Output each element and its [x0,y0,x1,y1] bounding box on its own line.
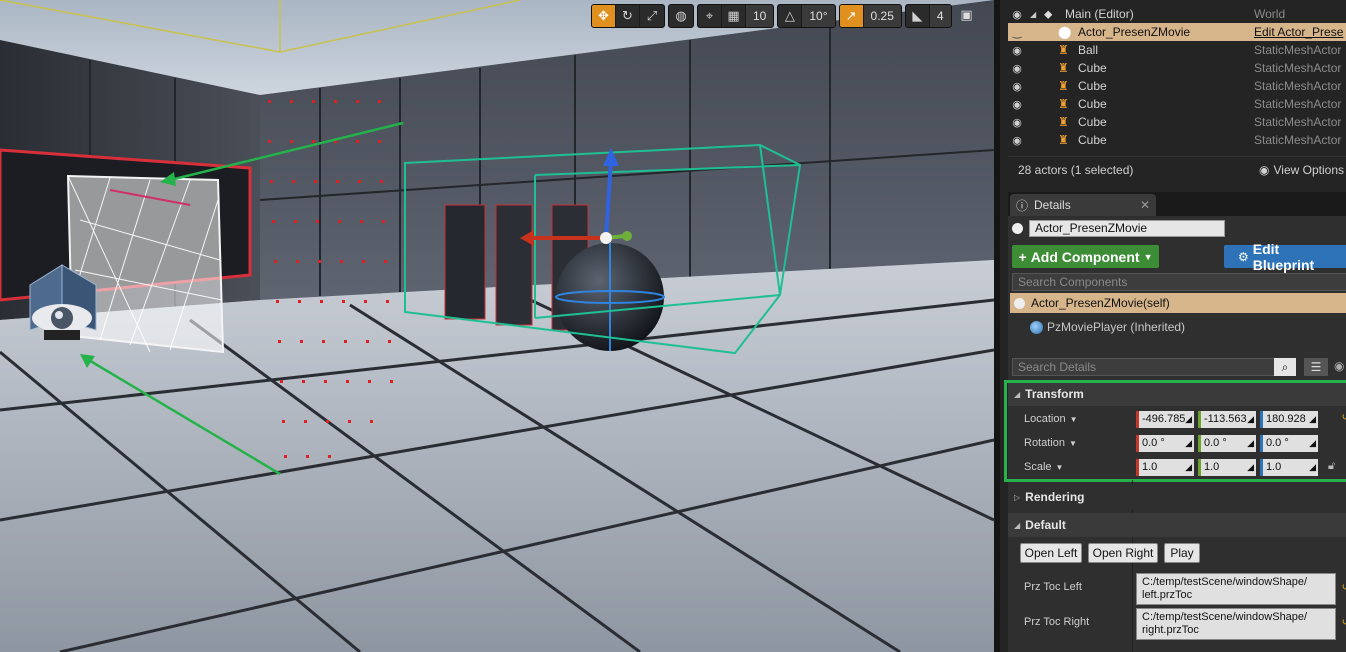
reset-to-default-icon[interactable]: ↺ [1342,617,1346,628]
rotation-snap-value[interactable]: 10° [802,5,835,27]
visibility-eye-icon[interactable]: ◉ [1008,116,1026,129]
info-icon: ⓘ [1016,198,1029,213]
scale-snap-icon[interactable]: ↗ [839,5,864,27]
outliner-row-cube[interactable]: ◉ ♜ Cube StaticMeshActor [1008,131,1346,149]
level-viewport[interactable]: ✥ ↻ ⤢ ◍ ⌖ ▦ 10 △ 10° ↗ 0.25 ◣ 4 ▣ [0,0,994,652]
outliner-row-cube[interactable]: ◉ ♜ Cube StaticMeshActor [1008,113,1346,131]
rotation-snap-icon[interactable]: △ [778,5,803,27]
collapse-arrow-icon: ◢ [1014,520,1021,530]
prz-toc-left-label: Prz Toc Left [1024,581,1082,593]
coordinate-space-group: ◍ [668,4,694,28]
open-right-button[interactable]: Open Right [1088,543,1158,563]
outliner-footer: 28 actors (1 selected) ◉ View Options [1008,156,1346,182]
static-mesh-icon: ♜ [1058,79,1069,93]
actor-name-field[interactable]: Actor_PresenZMovie [1029,220,1225,237]
expand-arrow-icon[interactable]: ◢ [1030,10,1036,19]
visibility-eye-icon[interactable]: ◉ [1008,80,1026,93]
tab-details[interactable]: ⓘ Details ✕ [1010,194,1156,216]
grid-snap-group: ⌖ ▦ 10 [697,4,775,28]
outliner-row-world[interactable]: ◉ ◢ ⬥ Main (Editor) World [1008,5,1346,23]
visibility-eye-icon[interactable]: ◉ [1008,98,1026,111]
view-options-button[interactable]: ◉ View Options [1259,163,1344,177]
rotate-mode-icon[interactable]: ↻ [616,5,640,27]
component-self[interactable]: Actor_PresenZMovie(self) [1010,293,1346,313]
scale-snap-group: ↗ 0.25 [838,4,902,28]
static-mesh-icon: ♜ [1058,43,1069,57]
outliner-row-cube[interactable]: ◉ ♜ Cube StaticMeshActor [1008,95,1346,113]
edit-actor-link[interactable]: Edit Actor_Prese [1254,25,1343,39]
property-matrix-icon[interactable]: ☰ [1304,358,1328,376]
visibility-eye-icon[interactable]: ‿ [1008,26,1026,39]
search-details-input[interactable]: Search Details [1012,358,1296,376]
actor-name-row: Actor_PresenZMovie [1012,220,1225,237]
reset-to-default-icon[interactable]: ↺ [1342,582,1346,593]
outliner-row-cube[interactable]: ◉ ♜ Cube StaticMeshActor [1008,59,1346,77]
prz-toc-right-field[interactable]: C:/temp/testScene/windowShape/ right.prz… [1136,608,1336,640]
prz-toc-right-label: Prz Toc Right [1024,616,1090,628]
rendering-section-header[interactable]: ▷ Rendering [1008,485,1346,509]
rotation-snap-group: △ 10° [777,4,836,28]
visibility-eye-icon[interactable]: ◉ [1008,62,1026,75]
world-space-icon[interactable]: ◍ [669,5,693,27]
chevron-down-icon: ▼ [1143,251,1153,262]
visibility-eye-icon[interactable]: ◉ [1008,134,1026,147]
outliner-row-actor-presenz[interactable]: ‿ ⬤ Actor_PresenZMovie Edit Actor_Prese [1008,23,1346,41]
actor-sphere-icon: ⬤ [1058,25,1072,39]
static-mesh-icon: ♜ [1058,61,1069,75]
camera-speed-value[interactable]: 4 [929,5,951,27]
grid-snap-value[interactable]: 10 [746,5,774,27]
scale-snap-value[interactable]: 0.25 [863,5,901,27]
translate-mode-icon[interactable]: ✥ [592,5,616,27]
outliner-row-ball[interactable]: ◉ ♜ Ball StaticMeshActor [1008,41,1346,59]
world-outliner: ◉ ◢ ⬥ Main (Editor) World ‿ ⬤ Actor_Pres… [1008,5,1346,149]
actor-count-status: 28 actors (1 selected) [1018,162,1134,177]
side-panel: ◉ ◢ ⬥ Main (Editor) World ‿ ⬤ Actor_Pres… [994,0,1346,652]
static-mesh-icon: ♜ [1058,97,1069,111]
actor-sphere-icon [1012,223,1023,234]
eye-icon: ◉ [1259,162,1270,177]
default-section-header[interactable]: ◢ Default [1008,513,1346,537]
grid-snap-icon[interactable]: ▦ [722,5,746,27]
play-button[interactable]: Play [1164,543,1200,563]
maximize-viewport-icon[interactable]: ▣ [955,4,979,26]
viewport-toolbar: ✥ ↻ ⤢ ◍ ⌖ ▦ 10 △ 10° ↗ 0.25 ◣ 4 ▣ [591,4,979,28]
surface-snap-icon[interactable]: ⌖ [698,5,722,27]
expand-arrow-icon: ▷ [1014,492,1021,502]
search-icon[interactable]: ⌕ [1274,358,1296,376]
details-tab-bar: ⓘ Details ✕ [1008,192,1346,216]
details-panel: Actor_PresenZMovie + Add Component ▼ ⚙ E… [1004,216,1346,652]
open-left-button[interactable]: Open Left [1020,543,1082,563]
static-mesh-icon: ♜ [1058,133,1069,147]
visibility-eye-icon[interactable]: ◉ [1008,8,1026,21]
static-mesh-icon: ♜ [1058,115,1069,129]
actor-sphere-icon [1014,297,1025,309]
prz-toc-left-field[interactable]: C:/temp/testScene/windowShape/ left.przT… [1136,573,1336,605]
scale-mode-icon[interactable]: ⤢ [640,5,664,27]
outliner-row-cube[interactable]: ◉ ♜ Cube StaticMeshActor [1008,77,1346,95]
camera-speed-group: ◣ 4 [904,4,952,28]
plus-icon: + [1018,248,1027,265]
visibility-eye-icon[interactable]: ◉ [1008,44,1026,57]
eye-icon[interactable]: ◉ [1334,359,1344,373]
transform-mode-group: ✥ ↻ ⤢ [591,4,665,28]
world-icon: ⬥ [1044,6,1053,21]
add-component-button[interactable]: + Add Component ▼ [1012,245,1159,268]
search-components-input[interactable]: Search Components [1012,273,1346,291]
edit-blueprint-button[interactable]: ⚙ Edit Blueprint ▼ [1224,241,1346,273]
component-icon [1030,320,1043,334]
viewport-scene [0,0,994,652]
transform-highlight-box [1004,380,1346,482]
gears-icon: ⚙ [1238,249,1249,264]
component-pzmovieplayer[interactable]: PzMoviePlayer (Inherited) [1030,320,1185,334]
close-icon[interactable]: ✕ [1140,198,1150,212]
camera-speed-icon[interactable]: ◣ [906,5,930,27]
